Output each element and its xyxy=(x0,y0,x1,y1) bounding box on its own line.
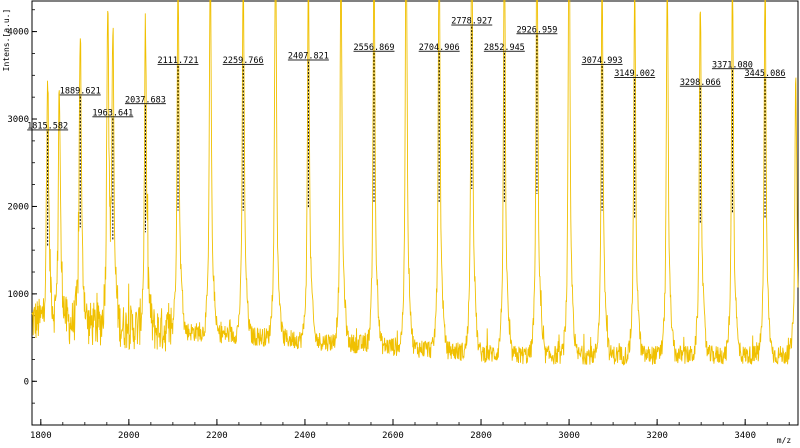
y-tick-label: 1000 xyxy=(7,290,29,300)
y-tick-label: 3000 xyxy=(7,115,29,125)
x-axis-title: m/z xyxy=(777,436,792,445)
x-tick-label: 2000 xyxy=(118,431,140,441)
peak-label: 2259.766 xyxy=(223,56,264,66)
x-tick-label: 2200 xyxy=(206,431,228,441)
peak-label: 2407.821 xyxy=(288,52,329,62)
peak-label: 1815.582 xyxy=(27,122,68,132)
y-axis-title: Intens.[a.u.] xyxy=(2,9,11,72)
peak-label: 1963.641 xyxy=(92,108,133,118)
x-tick-label: 3400 xyxy=(734,431,756,441)
series-layer xyxy=(31,0,799,366)
peak-label: 3149.002 xyxy=(614,69,655,79)
y-tick-label: 2000 xyxy=(7,202,29,212)
peak-label: 3298.066 xyxy=(680,78,721,88)
x-axis: 1800 2000 2200 2400 2600 2800 3000 3200 3400 xyxy=(30,419,790,441)
peak-label: 3445.086 xyxy=(745,69,786,79)
peak-label: 2111.721 xyxy=(158,56,199,66)
series-line xyxy=(31,0,799,366)
x-tick-label: 3200 xyxy=(646,431,668,441)
peak-label: 2926.959 xyxy=(516,25,557,35)
x-tick-label: 2800 xyxy=(470,431,492,441)
peak-label: 2704.906 xyxy=(419,43,460,53)
y-axis: 01000200030004000 xyxy=(7,9,37,426)
x-tick-label: 2400 xyxy=(294,431,316,441)
peak-label: 2778.927 xyxy=(451,17,492,27)
peak-label: 2556.869 xyxy=(354,43,395,53)
peak-label: 2852.945 xyxy=(484,43,525,53)
x-tick-label: 3000 xyxy=(558,431,580,441)
peak-label: 3074.993 xyxy=(582,56,623,66)
x-tick-label: 2600 xyxy=(382,431,404,441)
peak-annotations: 1815.582 1889.621 1963.641 2037.683 2111.721… xyxy=(27,17,785,247)
peak-label: 2037.683 xyxy=(125,95,166,105)
mass-spectrum-chart: 01000200030004000 1800 2000 2200 2400 2600 28… xyxy=(2,0,799,445)
peak-label: 1889.621 xyxy=(60,87,101,97)
y-tick-label: 0 xyxy=(24,377,29,387)
x-tick-label: 1800 xyxy=(30,431,52,441)
